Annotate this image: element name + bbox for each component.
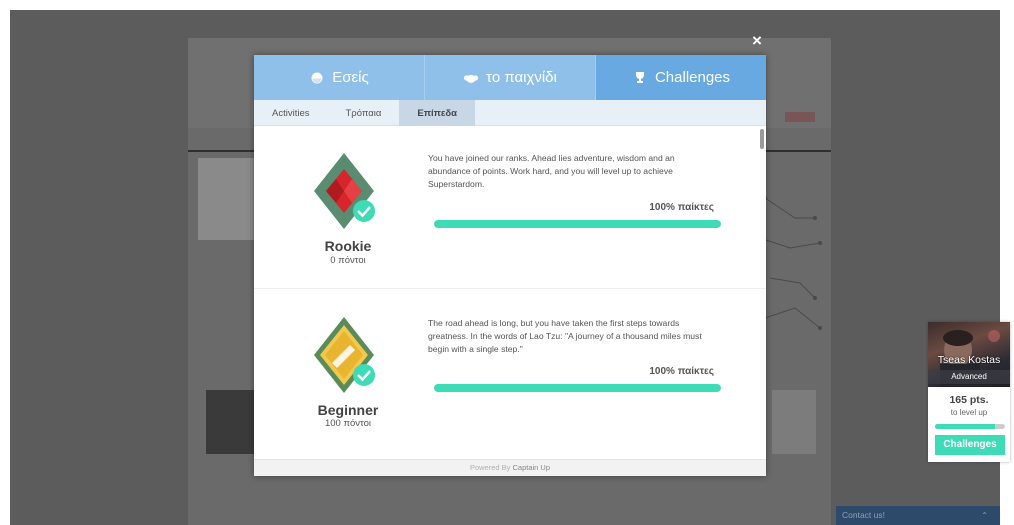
level-points: 100 πόντοι	[324, 418, 372, 429]
tab-challenges-label: Challenges	[654, 69, 731, 86]
level-description: You have joined our ranks. Ahead lies ad…	[428, 153, 675, 189]
site-thumbnail	[206, 390, 254, 454]
level-progress-fill	[434, 384, 721, 392]
user-icon	[309, 71, 325, 85]
level-description: The road ahead is long, but you have tak…	[428, 318, 702, 354]
tab-you-label: Εσείς	[332, 69, 369, 86]
chevron-up-icon: ⌃	[981, 511, 988, 520]
powered-by-footer: Powered By Captain Up	[254, 459, 766, 476]
level-item: Beginner 100 πόντοι The road ahead is lo…	[254, 288, 766, 448]
group-icon	[463, 71, 479, 85]
subtab-activities[interactable]: Activities	[254, 100, 327, 126]
trophy-icon	[632, 71, 648, 85]
close-modal-button[interactable]: ×	[748, 32, 766, 50]
subtab-trophies[interactable]: Τρόπαια	[327, 100, 399, 126]
profile-progress-bar	[935, 424, 1005, 429]
contact-us-bar[interactable]: Contact us! ⌃	[836, 506, 1000, 525]
subtab-levels[interactable]: Επίπεδα	[399, 100, 475, 126]
challenges-button[interactable]: Challenges	[935, 435, 1005, 455]
site-hero-image	[198, 158, 258, 240]
tab-the-game-label: το παιχνίδι	[486, 69, 557, 86]
profile-widget[interactable]: Tseas Kostas Advanced 165 pts. to level …	[928, 322, 1010, 462]
contact-us-label: Contact us!	[842, 510, 885, 520]
level-item: Rookie 0 πόντοι You have joined our rank…	[254, 126, 766, 286]
profile-rank: Advanced	[928, 370, 1010, 384]
tab-you[interactable]: Εσείς	[254, 55, 425, 100]
level-name: Rookie	[324, 238, 372, 254]
levels-scrollbar[interactable]	[760, 129, 764, 149]
level-points: 0 πόντοι	[330, 255, 366, 266]
level-progress-bar	[434, 384, 721, 392]
profile-name: Tseas Kostas	[937, 354, 1001, 366]
captain-up-modal: Εσείς το παιχνίδι Challenges Activities …	[254, 55, 766, 476]
window-border-left	[0, 0, 10, 525]
levels-list[interactable]: Rookie 0 πόντοι You have joined our rank…	[254, 126, 766, 459]
captain-up-link[interactable]: Captain Up	[513, 463, 551, 472]
sub-tabs: Activities Τρόπαια Επίπεδα	[254, 100, 766, 126]
level-percent-players: 100% παίκτες	[649, 202, 714, 213]
powered-prefix: Powered By	[469, 463, 511, 472]
level-progress-bar	[434, 220, 721, 228]
language-flags	[785, 112, 815, 122]
profile-points: 165 pts.	[949, 394, 989, 406]
level-name: Beginner	[317, 402, 379, 418]
beginner-badge-icon	[314, 317, 375, 393]
level-percent-players: 100% παίκτες	[649, 366, 714, 377]
profile-to-level-label: to level up	[950, 408, 988, 417]
tab-challenges[interactable]: Challenges	[596, 55, 766, 100]
profile-progress-fill	[935, 424, 995, 429]
window-border-top	[0, 0, 1014, 10]
site-thumbnail	[772, 390, 816, 454]
rookie-badge-icon	[314, 153, 375, 229]
level-progress-fill	[434, 220, 721, 228]
tab-the-game[interactable]: το παιχνίδι	[425, 55, 596, 100]
main-tabs: Εσείς το παιχνίδι Challenges	[254, 55, 766, 100]
